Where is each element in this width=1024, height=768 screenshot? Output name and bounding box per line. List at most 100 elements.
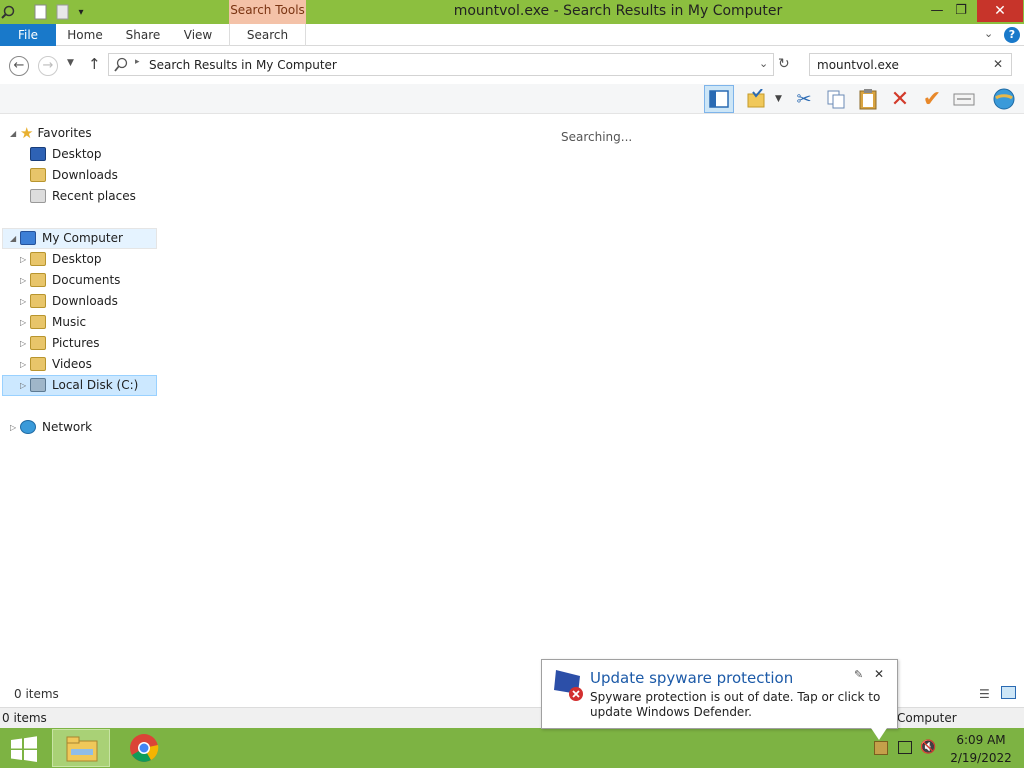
select-all-icon[interactable] xyxy=(742,86,770,112)
nav-favorites-label: Favorites xyxy=(37,126,92,140)
nav-network[interactable]: Network xyxy=(20,417,92,437)
downloads-folder-icon xyxy=(30,168,46,182)
toast-body: Spyware protection is out of date. Tap o… xyxy=(590,690,881,719)
nav-computer-pictures[interactable]: Pictures xyxy=(30,333,100,353)
taskbar-chrome[interactable] xyxy=(129,733,159,766)
clock-date[interactable]: 2/19/2022 xyxy=(944,751,1018,765)
computer-icon xyxy=(20,231,36,245)
file-explorer-icon xyxy=(66,736,98,762)
nav-item-label: Documents xyxy=(52,273,121,287)
recent-locations-icon[interactable]: ▼ xyxy=(67,58,74,68)
expand-icon[interactable]: ▷ xyxy=(20,339,26,348)
star-icon: ★ xyxy=(20,124,34,142)
nav-item-label: Pictures xyxy=(52,336,100,350)
nav-computer-music[interactable]: Music xyxy=(30,312,86,332)
folder-icon xyxy=(30,336,46,350)
notification-toast[interactable]: Update spyware protection Spyware protec… xyxy=(541,659,898,729)
properties-icon-toolbar[interactable] xyxy=(950,86,978,112)
clock-time[interactable]: 6:09 AM xyxy=(944,733,1018,747)
network-globe-icon[interactable] xyxy=(990,86,1018,112)
defender-warning-icon xyxy=(552,668,586,705)
expand-network-icon[interactable]: ▷ xyxy=(10,423,16,432)
recent-places-icon xyxy=(30,189,46,203)
nav-network-label: Network xyxy=(42,420,93,434)
close-button[interactable]: ✕ xyxy=(977,0,1023,22)
taskbar-file-explorer[interactable] xyxy=(52,729,110,767)
nav-item-label: Downloads xyxy=(52,168,118,182)
folder-icon xyxy=(30,252,46,266)
preview-pane-icon[interactable] xyxy=(704,85,734,113)
paste-icon[interactable] xyxy=(854,86,882,112)
chrome-icon xyxy=(130,734,159,762)
expand-ribbon-icon[interactable]: ⌄ xyxy=(984,27,993,40)
nav-computer-documents[interactable]: Documents xyxy=(30,270,120,290)
nav-favorites-recent[interactable]: Recent places xyxy=(30,186,136,206)
tab-share[interactable]: Share xyxy=(118,24,168,46)
details-view-icon[interactable]: ☰ xyxy=(979,687,990,701)
nav-item-label: Local Disk (C:) xyxy=(52,378,139,392)
folder-icon xyxy=(30,273,46,287)
nav-my-computer-label: My Computer xyxy=(42,231,123,245)
nav-favorites[interactable]: ★ Favorites xyxy=(20,123,92,143)
folder-icon xyxy=(30,294,46,308)
nav-item-label: Desktop xyxy=(52,252,102,266)
volume-muted-icon[interactable]: 🔇 xyxy=(920,740,936,755)
nav-item-label: Recent places xyxy=(52,189,136,203)
nav-item-label: Downloads xyxy=(52,294,118,308)
tab-home[interactable]: Home xyxy=(60,24,110,46)
toast-pointer xyxy=(871,728,887,740)
toast-close-icon[interactable]: ✕ xyxy=(874,667,884,681)
pin-icon[interactable]: ✎ xyxy=(854,668,863,681)
clear-search-icon[interactable]: ✕ xyxy=(993,57,1003,71)
network-tray-icon[interactable] xyxy=(898,741,912,754)
refresh-button[interactable]: ↻ xyxy=(778,56,790,72)
search-results-icon xyxy=(113,57,129,76)
expand-icon[interactable]: ▷ xyxy=(20,360,26,369)
nav-computer-videos[interactable]: Videos xyxy=(30,354,92,374)
nav-item-label: Videos xyxy=(52,357,92,371)
search-input[interactable]: mountvol.exe ✕ xyxy=(809,53,1012,76)
collapse-my-computer-icon[interactable]: ◢ xyxy=(10,234,16,243)
breadcrumb-chevron-icon[interactable]: ▸ xyxy=(135,57,140,67)
nav-favorites-downloads[interactable]: Downloads xyxy=(30,165,118,185)
select-dropdown-icon[interactable]: ▼ xyxy=(775,94,782,104)
restore-button[interactable]: ❐ xyxy=(946,0,976,22)
searching-status: Searching... xyxy=(561,130,633,144)
copy-icon[interactable] xyxy=(822,86,850,112)
back-button[interactable]: ← xyxy=(9,56,29,76)
nav-favorites-desktop[interactable]: Desktop xyxy=(30,144,102,164)
up-button[interactable]: ↑ xyxy=(88,55,101,73)
rename-checkmark-icon[interactable]: ✔ xyxy=(918,86,946,112)
address-bar[interactable]: ▸ Search Results in My Computer ⌄ xyxy=(108,53,774,76)
nav-computer-local-disk[interactable]: Local Disk (C:) xyxy=(30,375,138,395)
nav-computer-desktop[interactable]: Desktop xyxy=(30,249,102,269)
nav-computer-downloads[interactable]: Downloads xyxy=(30,291,118,311)
expand-icon[interactable]: ▷ xyxy=(20,297,26,306)
expand-icon[interactable]: ▷ xyxy=(20,255,26,264)
delete-icon[interactable]: ✕ xyxy=(886,86,914,112)
forward-button[interactable]: → xyxy=(38,56,58,76)
expand-icon[interactable]: ▷ xyxy=(20,276,26,285)
expand-icon[interactable]: ▷ xyxy=(20,381,26,390)
search-input-value: mountvol.exe xyxy=(817,58,899,72)
tab-view[interactable]: View xyxy=(174,24,222,46)
expand-icon[interactable]: ▷ xyxy=(20,318,26,327)
window-title: mountvol.exe - Search Results in My Comp… xyxy=(453,3,783,19)
item-count: 0 items xyxy=(14,687,59,701)
nav-my-computer[interactable]: My Computer xyxy=(20,228,123,248)
help-icon[interactable]: ? xyxy=(1004,27,1020,43)
cut-icon[interactable]: ✂ xyxy=(790,86,818,112)
defender-flag-icon[interactable] xyxy=(874,741,888,755)
start-windows-icon[interactable] xyxy=(10,736,38,765)
address-dropdown-icon[interactable]: ⌄ xyxy=(759,57,768,70)
drive-icon xyxy=(30,378,46,392)
tab-file[interactable]: File xyxy=(0,24,56,46)
desktop-icon xyxy=(30,147,46,161)
nav-item-label: Desktop xyxy=(52,147,102,161)
status-location: Computer xyxy=(897,711,957,725)
address-path: Search Results in My Computer xyxy=(149,58,337,72)
collapse-favorites-icon[interactable]: ◢ xyxy=(10,129,16,138)
large-icons-view-icon[interactable] xyxy=(1001,686,1016,699)
folder-icon xyxy=(30,357,46,371)
tab-search[interactable]: Search xyxy=(229,24,306,46)
